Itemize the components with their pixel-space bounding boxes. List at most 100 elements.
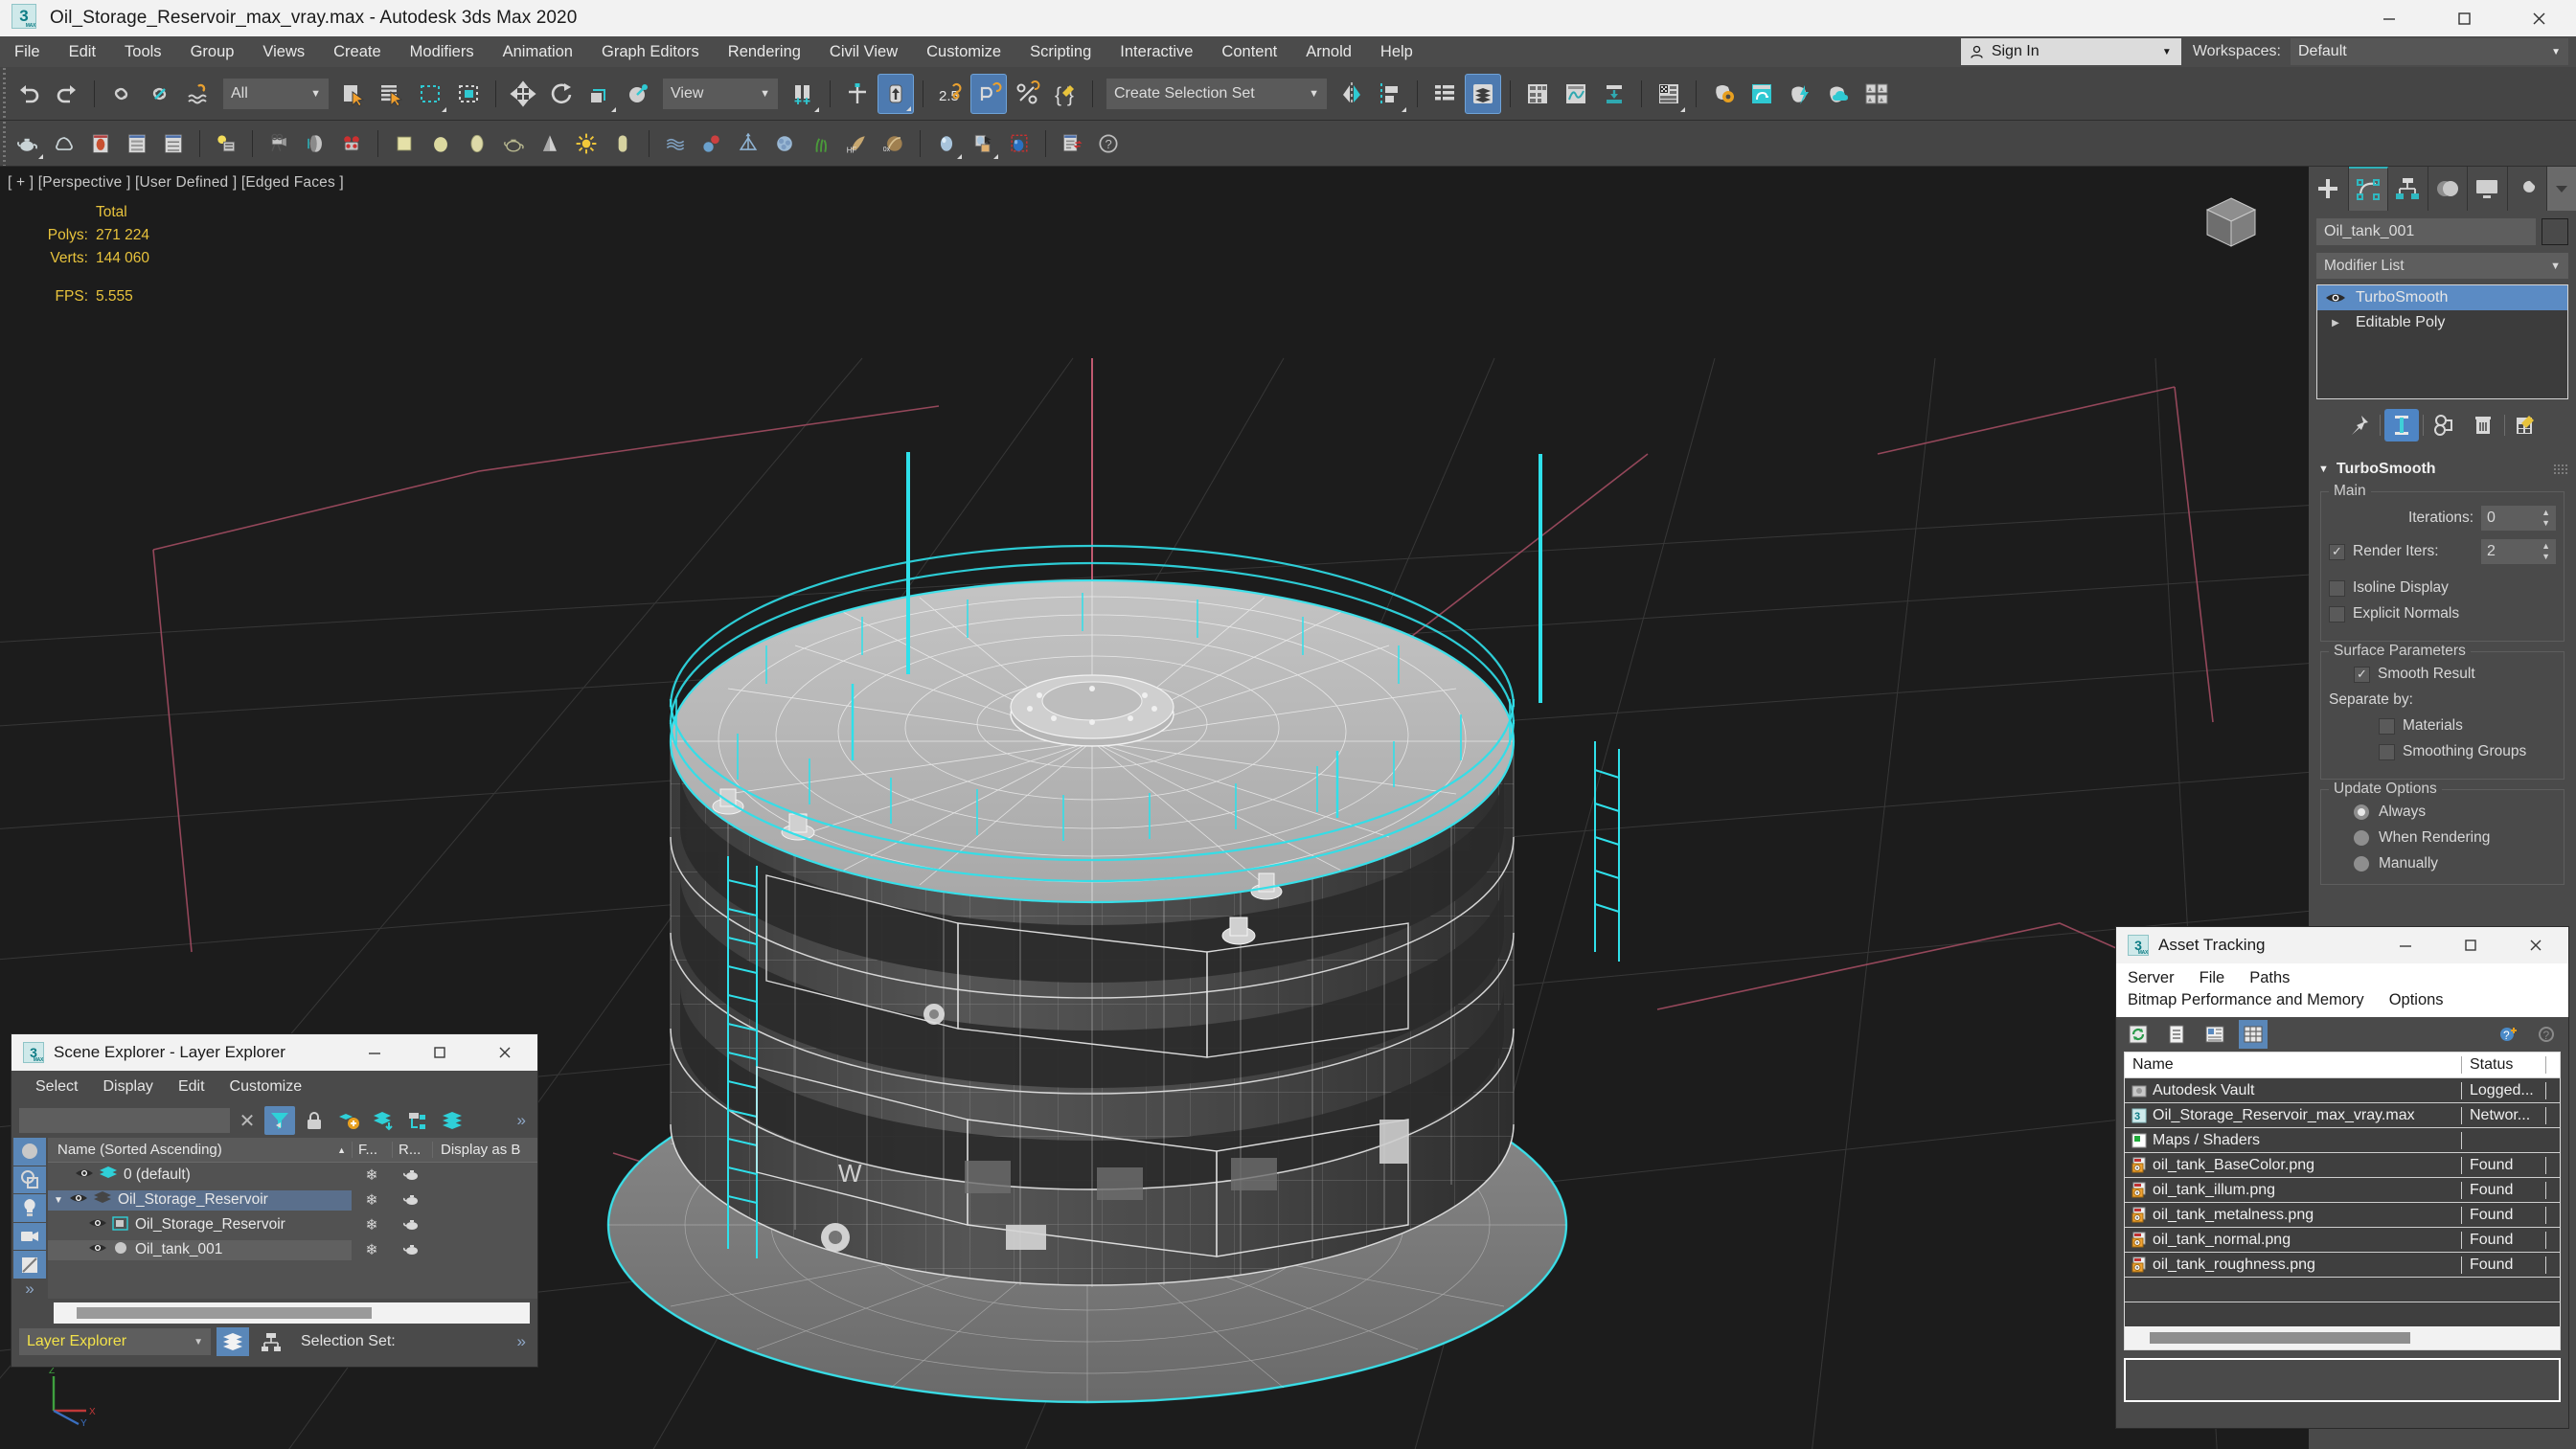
- table-row[interactable]: Oil_tank_001 ❄: [48, 1237, 537, 1262]
- minimize-button[interactable]: [2352, 0, 2427, 36]
- menu-create[interactable]: Create: [319, 36, 396, 67]
- plane-primitive-icon[interactable]: [387, 126, 422, 161]
- render-iters-spinner[interactable]: 2 ▲ ▼: [2481, 539, 2556, 564]
- menu-civil-view[interactable]: Civil View: [815, 36, 912, 67]
- material-ball-icon[interactable]: [929, 126, 964, 161]
- column-frozen[interactable]: F...: [352, 1142, 392, 1158]
- scrollbar-thumb[interactable]: [2150, 1332, 2411, 1344]
- remove-modifier-button[interactable]: [2466, 409, 2500, 441]
- eye-icon[interactable]: [69, 1191, 88, 1210]
- helper-icon[interactable]: [731, 126, 765, 161]
- column-name[interactable]: Name (Sorted Ascending) ▲: [48, 1142, 352, 1158]
- minimize-button[interactable]: [342, 1034, 407, 1071]
- selection-filter-select[interactable]: All ▼: [223, 78, 329, 109]
- at-menu-file[interactable]: File: [2200, 969, 2225, 987]
- select-and-link-icon[interactable]: [103, 74, 140, 114]
- show-end-result-button[interactable]: [2384, 409, 2419, 441]
- select-and-manipulate-icon[interactable]: [839, 74, 876, 114]
- configure-modifier-sets-button[interactable]: [2509, 409, 2543, 441]
- close-button[interactable]: [472, 1034, 537, 1071]
- sphere-shading-icon[interactable]: [298, 126, 332, 161]
- renderable-cell[interactable]: [392, 1193, 432, 1207]
- select-layer-icon[interactable]: [368, 1106, 399, 1135]
- redo-button[interactable]: [49, 74, 85, 114]
- column-render[interactable]: R...: [392, 1142, 432, 1158]
- menu-graph-editors[interactable]: Graph Editors: [587, 36, 714, 67]
- cloth-icon[interactable]: [658, 126, 693, 161]
- modifier-stack[interactable]: TurboSmooth ▶ Editable Poly: [2316, 284, 2568, 399]
- teapot-primitive-icon[interactable]: [496, 126, 531, 161]
- selection-set-select[interactable]: Create Selection Set ▼: [1106, 78, 1327, 109]
- view-cube-icon[interactable]: [2198, 191, 2265, 258]
- object-color-swatch[interactable]: [2542, 218, 2568, 245]
- ellipse-primitive-icon[interactable]: [460, 126, 494, 161]
- at-menu-bitmap-performance[interactable]: Bitmap Performance and Memory: [2128, 991, 2364, 1009]
- help-icon[interactable]: ?: [1091, 126, 1126, 161]
- select-and-move-icon[interactable]: [505, 74, 541, 114]
- at-menu-paths[interactable]: Paths: [2249, 969, 2290, 987]
- lighting-analysis-icon[interactable]: [209, 126, 243, 161]
- se-menu-customize[interactable]: Customize: [217, 1078, 315, 1096]
- se-menu-display[interactable]: Display: [90, 1078, 165, 1096]
- maximize-button[interactable]: [2438, 927, 2503, 963]
- close-button[interactable]: [2503, 927, 2568, 963]
- render-setup-icon[interactable]: [1705, 74, 1742, 114]
- menu-scripting[interactable]: Scripting: [1015, 36, 1106, 67]
- rectangular-selection-region-icon[interactable]: [412, 74, 448, 114]
- ox-icon[interactable]: 0x: [877, 126, 911, 161]
- undo-button[interactable]: [11, 74, 47, 114]
- modifier-stack-item-turbosmooth[interactable]: TurboSmooth: [2317, 285, 2567, 310]
- ribbon-toggle-icon[interactable]: [1519, 74, 1556, 114]
- lock-icon[interactable]: [299, 1106, 330, 1135]
- se-menu-edit[interactable]: Edit: [166, 1078, 217, 1096]
- expand-triangle-icon[interactable]: ▼: [48, 1195, 69, 1206]
- expand-arrow-icon[interactable]: ▶: [2319, 318, 2352, 328]
- horizontal-scrollbar[interactable]: [54, 1302, 530, 1324]
- table-row[interactable]: 0 (default) ❄: [48, 1163, 537, 1188]
- use-pivot-point-center-icon[interactable]: [785, 74, 821, 114]
- table-row[interactable]: [2125, 1277, 2560, 1302]
- menu-edit[interactable]: Edit: [55, 36, 110, 67]
- menu-group[interactable]: Group: [176, 36, 249, 67]
- at-menu-server[interactable]: Server: [2128, 969, 2175, 987]
- placement-tool-icon[interactable]: [620, 74, 656, 114]
- frozen-cell[interactable]: ❄: [352, 1216, 392, 1234]
- camera-icon[interactable]: [262, 126, 296, 161]
- update-option-always[interactable]: Always: [2329, 804, 2556, 821]
- iterations-spinner[interactable]: 0 ▲ ▼: [2481, 506, 2556, 531]
- angle-snap-toggle-icon[interactable]: 2.5: [932, 74, 969, 114]
- eye-icon[interactable]: [88, 1216, 107, 1234]
- filter-geometry-icon[interactable]: [13, 1138, 46, 1166]
- menu-modifiers[interactable]: Modifiers: [396, 36, 489, 67]
- materials-checkbox[interactable]: [2379, 717, 2395, 735]
- renderable-cell[interactable]: [392, 1218, 432, 1232]
- maximize-button[interactable]: [407, 1034, 472, 1071]
- filter-helpers-icon[interactable]: [13, 1251, 46, 1279]
- curve-editor-icon[interactable]: [1558, 74, 1594, 114]
- spinner-arrows-icon[interactable]: ▲ ▼: [2542, 542, 2550, 561]
- select-and-scale-icon[interactable]: [581, 74, 618, 114]
- spinner-snap-toggle-icon[interactable]: [1009, 74, 1045, 114]
- render-in-cloud-icon[interactable]: [1820, 74, 1857, 114]
- toolbar-more-icon[interactable]: »: [517, 1111, 530, 1130]
- fluid-icon[interactable]: [767, 126, 802, 161]
- se-menu-select[interactable]: Select: [23, 1078, 90, 1096]
- object-name-field[interactable]: Oil_tank_001: [2316, 218, 2536, 245]
- toolbar-grip[interactable]: [0, 121, 10, 166]
- select-by-name-icon[interactable]: [374, 74, 410, 114]
- motion-tab[interactable]: [2428, 167, 2468, 211]
- table-row[interactable]: Autodesk Vault Logged...: [2125, 1077, 2560, 1102]
- toggle-scene-explorer-icon[interactable]: [1426, 74, 1463, 114]
- render-production-icon[interactable]: [1782, 74, 1818, 114]
- detail-view-icon[interactable]: [2200, 1020, 2229, 1049]
- table-row[interactable]: 3 Oil_Storage_Reservoir_max_vray.max Net…: [2125, 1102, 2560, 1127]
- command-panel-overflow-button[interactable]: [2547, 167, 2576, 211]
- table-row[interactable]: ▼ Oil_Storage_Reservoir ❄: [48, 1188, 537, 1212]
- scene-explorer-list[interactable]: Name (Sorted Ascending) ▲ F... R... Disp…: [48, 1138, 537, 1299]
- isoline-display-checkbox[interactable]: [2329, 579, 2345, 597]
- maximize-button[interactable]: [2427, 0, 2501, 36]
- snaps-toggle-button[interactable]: [878, 73, 914, 114]
- asset-tracking-dialog[interactable]: 3 Asset Tracking Server File Paths: [2116, 927, 2568, 1428]
- render-iters-checkbox[interactable]: [2329, 543, 2345, 560]
- spinner-arrows-icon[interactable]: ▲ ▼: [2542, 509, 2550, 528]
